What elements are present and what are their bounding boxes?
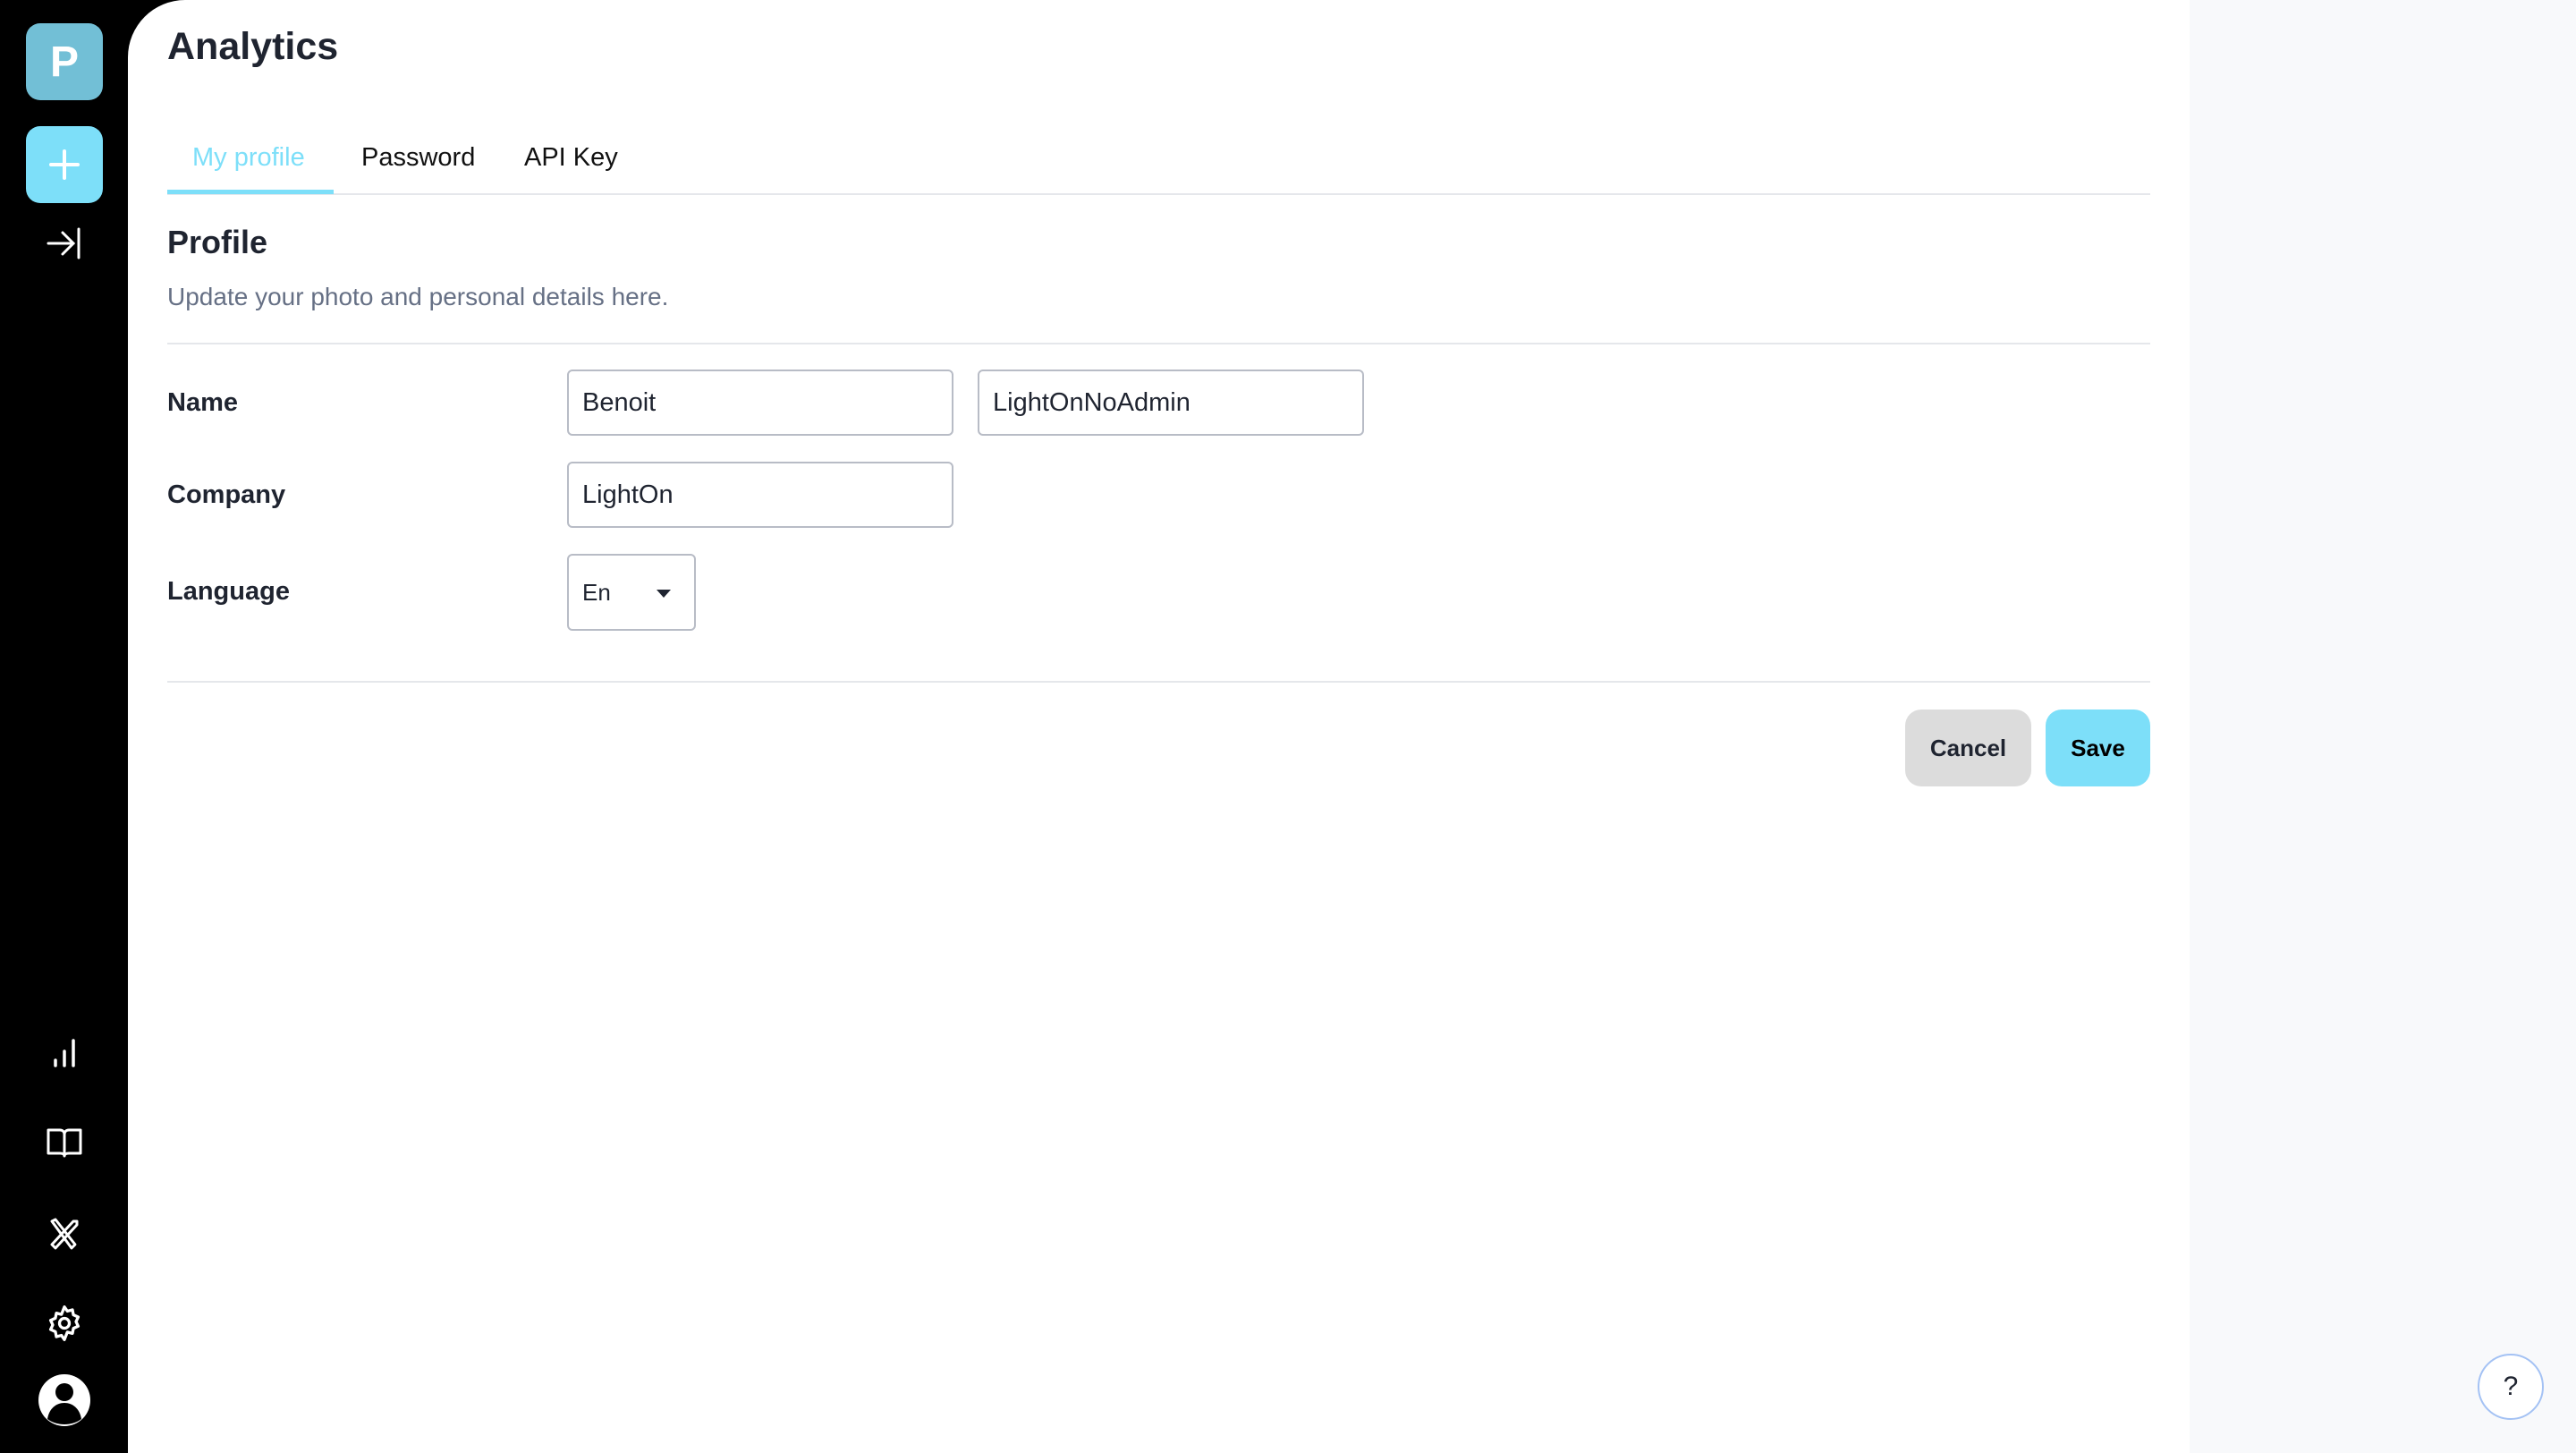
last-name-input[interactable]	[978, 370, 1364, 436]
tab-api-key[interactable]: API Key	[524, 143, 618, 195]
divider	[167, 343, 2150, 344]
docs-nav[interactable]	[38, 1116, 91, 1169]
name-label: Name	[167, 388, 238, 417]
collapse-sidebar-button[interactable]	[38, 217, 91, 270]
analytics-nav[interactable]	[38, 1026, 91, 1080]
book-icon	[47, 1128, 82, 1158]
section-subtitle: Update your photo and personal details h…	[167, 283, 669, 310]
right-panel	[2190, 0, 2576, 1453]
language-label: Language	[167, 577, 290, 606]
language-value: En	[582, 578, 611, 606]
sidebar: P	[0, 0, 128, 1453]
first-name-input[interactable]	[567, 370, 953, 436]
logo[interactable]: P	[26, 23, 103, 100]
gear-icon	[48, 1305, 80, 1341]
caret-down-icon	[657, 590, 671, 598]
tab-password[interactable]: Password	[361, 143, 475, 195]
new-button[interactable]	[26, 126, 103, 203]
tools-icon	[50, 1218, 79, 1250]
help-icon: ?	[2503, 1372, 2519, 1401]
help-button[interactable]: ?	[2478, 1354, 2544, 1420]
page-title: Analytics	[167, 25, 339, 68]
language-select[interactable]: En	[567, 554, 696, 631]
save-button[interactable]: Save	[2046, 710, 2150, 786]
company-label: Company	[167, 480, 286, 509]
active-tab-indicator	[167, 190, 334, 194]
user-profile-nav[interactable]	[38, 1373, 91, 1427]
user-avatar-icon	[38, 1374, 90, 1426]
section-heading: Profile	[167, 224, 268, 260]
bar-chart-icon	[54, 1039, 75, 1067]
tab-my-profile[interactable]: My profile	[192, 143, 305, 195]
logo-letter: P	[49, 38, 79, 86]
collapse-arrow-icon	[47, 227, 80, 259]
company-input[interactable]	[567, 462, 953, 528]
tab-bar: My profile Password API Key	[167, 134, 2150, 195]
settings-nav[interactable]	[38, 1296, 91, 1350]
cancel-button[interactable]: Cancel	[1905, 710, 2031, 786]
main-panel: Analytics My profile Password API Key Pr…	[128, 0, 2190, 1453]
tools-nav[interactable]	[38, 1207, 91, 1261]
plus-icon	[49, 149, 80, 180]
divider	[167, 681, 2150, 683]
